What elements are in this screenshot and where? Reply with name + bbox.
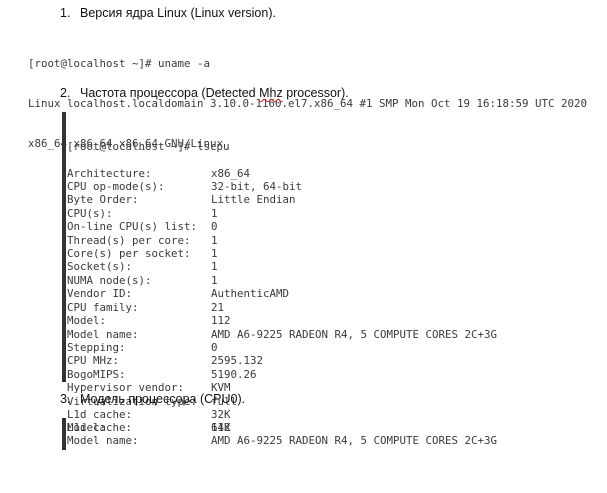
terminal-row: CPU op-mode(s): 32-bit, 64-bit [67, 180, 497, 193]
terminal-row: L1d cache: 32K [67, 408, 497, 421]
field-label: NUMA node(s): [67, 273, 152, 287]
terminal-row: Byte Order: Little Endian [67, 193, 497, 206]
field-label: Model: [67, 314, 107, 328]
terminal-row: On-line CPU(s) list: 0 [67, 220, 497, 233]
field-value: 112 [211, 314, 231, 328]
field-value: 1 [211, 273, 218, 287]
field-value: 1 [211, 206, 218, 220]
field-value: 1 [211, 260, 218, 274]
terminal-row: CPU family: 21 [67, 301, 497, 314]
section-title: Частота процессора (Detected [80, 86, 260, 100]
field-label: CPU(s): [67, 206, 113, 220]
terminal-row: NUMA node(s): 1 [67, 274, 497, 287]
field-label: Vendor ID: [67, 287, 133, 301]
misspelled-word: Mhz [259, 86, 283, 100]
field-value: AMD A6-9225 RADEON R4, 5 COMPUTE CORES 2… [211, 434, 498, 448]
terminal-line: [root@localhost ~]# uname -a [28, 56, 211, 70]
terminal-row: Vendor ID: AuthenticAMD [67, 287, 497, 300]
section-number: 1. [60, 6, 71, 20]
terminal-row: Socket(s): 1 [67, 260, 497, 273]
field-value: 5190.26 [211, 367, 257, 381]
section-heading-2: 2. Частота процессора (Detected Mhz proce… [60, 86, 349, 100]
field-label: Byte Order: [67, 193, 139, 207]
field-label: Thread(s) per core: [67, 233, 191, 247]
terminal-row: BogoMIPS: 5190.26 [67, 368, 497, 381]
field-label: Model name: [67, 434, 139, 448]
field-value: 112 [211, 421, 231, 434]
field-value: 1 [211, 233, 218, 247]
terminal-row: Model: 112 [67, 314, 497, 327]
section-number: 2. [60, 86, 71, 100]
field-value: AMD A6-9225 RADEON R4, 5 COMPUTE CORES 2… [211, 327, 498, 341]
terminal-edge [62, 418, 66, 450]
terminal-row: CPU MHz: 2595.132 [67, 354, 497, 367]
terminal-row: Core(s) per socket: 1 [67, 247, 497, 260]
field-value: AuthenticAMD [211, 287, 290, 301]
cpu0-terminal-screenshot: Model: 112 Model name: AMD A6-9225 RADEON R… [67, 421, 497, 448]
field-value: 1 [211, 247, 218, 261]
terminal-edge [62, 112, 66, 382]
field-label: BogoMIPS: [67, 367, 126, 381]
terminal-row: Model: 112 [67, 421, 497, 434]
section-number: 3. [60, 392, 71, 406]
section-heading-1: 1. Версия ядра Linux (Linux version). [60, 6, 276, 20]
field-label: Socket(s): [67, 260, 133, 274]
field-value: 21 [211, 300, 225, 314]
field-label: CPU MHz: [67, 354, 120, 368]
field-label: CPU op-mode(s): [67, 180, 165, 194]
field-label: CPU family: [67, 300, 139, 314]
terminal-row: Model name: AMD A6-9225 RADEON R4, 5 COMP… [67, 434, 497, 447]
field-value: 2595.132 [211, 354, 264, 368]
field-label: Stepping: [67, 340, 126, 354]
field-label: L1d cache: [67, 407, 133, 421]
field-label: Architecture: [67, 166, 152, 180]
section-title-end: processor). [282, 86, 349, 100]
field-label: Core(s) per socket: [67, 247, 191, 261]
section-heading-3: 3. Модель процессора (CPU0). [60, 392, 245, 406]
field-label: On-line CPU(s) list: [67, 220, 198, 234]
field-label: Model name: [67, 327, 139, 341]
field-value: 32-bit, 64-bit [211, 180, 303, 194]
field-value: 0 [211, 220, 218, 234]
terminal-row: Stepping: 0 [67, 341, 497, 354]
section-title: Версия ядра Linux (Linux version). [80, 6, 276, 20]
field-value: 32K [211, 407, 231, 421]
field-value: Little Endian [211, 193, 296, 207]
field-value: 0 [211, 340, 218, 354]
terminal-prompt: [root@localhost ~]# lscpu [67, 139, 230, 153]
terminal-row: Architecture: x86_64 [67, 167, 497, 180]
section-title: Модель процессора (CPU0). [80, 392, 246, 406]
terminal-row: Model name: AMD A6-9225 RADEON R4, 5 COMP… [67, 328, 497, 341]
lscpu-terminal-screenshot: [root@localhost ~]# lscpu Architecture: x… [67, 113, 497, 435]
terminal-row: Thread(s) per core: 1 [67, 234, 497, 247]
terminal-row: CPU(s): 1 [67, 207, 497, 220]
field-value: x86_64 [211, 166, 251, 180]
field-label: Model: [67, 421, 107, 434]
